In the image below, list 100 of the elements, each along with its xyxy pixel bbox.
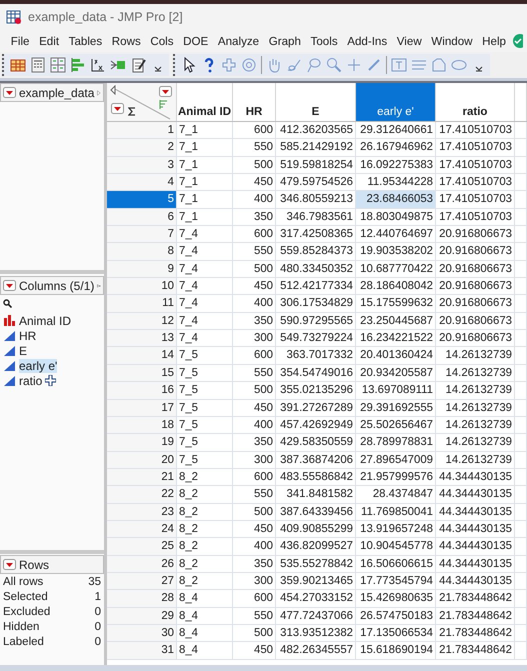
row-count: 0 (94, 636, 101, 650)
collapse-arrow-icon[interactable] (110, 85, 116, 95)
table-cell: 350 (233, 434, 276, 451)
table-cell: 44.344430135 (436, 538, 515, 555)
table-cell: 391.27267289 (276, 400, 356, 416)
row-number[interactable]: 14 (107, 347, 177, 364)
sort-lines-icon (159, 100, 168, 109)
row-number[interactable]: 1 (107, 122, 177, 138)
row-number[interactable]: 4 (107, 174, 177, 190)
row-number[interactable]: 31 (107, 642, 177, 659)
bar-chart-icon[interactable] (70, 57, 86, 73)
menu-item[interactable]: Window (426, 34, 478, 48)
menu-item[interactable]: Tables (64, 34, 107, 48)
table-cell: 341.8481582 (276, 486, 356, 503)
table-cell: 7_1 (177, 122, 233, 138)
table-cell: 549.73279224 (276, 330, 356, 346)
clipboard-icon[interactable] (130, 57, 146, 73)
dropdown-icon[interactable] (3, 559, 16, 570)
move-cursor-icon (45, 375, 56, 386)
row-number[interactable]: 8 (107, 243, 177, 260)
menu-item[interactable]: View (392, 34, 426, 48)
formula-icon[interactable] (90, 57, 106, 73)
table-cell: 354.54749016 (276, 364, 356, 382)
row-number[interactable]: 3 (107, 156, 177, 174)
table-cell: 20.934205587 (356, 364, 436, 382)
row-number[interactable]: 15 (107, 364, 177, 382)
dropdown-icon[interactable] (3, 87, 16, 98)
column-header[interactable]: Animal ID (177, 83, 233, 121)
menu-item[interactable]: Rows (106, 34, 146, 48)
table-cell: 600 (233, 347, 276, 364)
menu-item[interactable]: File (6, 34, 34, 48)
dropdown-icon[interactable] (3, 280, 16, 291)
row-number[interactable]: 16 (107, 382, 177, 398)
row-number[interactable]: 20 (107, 452, 177, 468)
dropdown-icon[interactable] (159, 86, 172, 97)
table-icon[interactable] (10, 57, 26, 73)
row-number[interactable]: 27 (107, 572, 177, 590)
table-cell: 26.167946962 (356, 139, 436, 156)
table-cell: 29.391692555 (356, 400, 436, 416)
row-state-label: Excluded (3, 606, 50, 620)
column-list-item[interactable]: early e' (19, 358, 58, 372)
row-number[interactable]: 19 (107, 434, 177, 451)
menu-item[interactable]: Analyze (213, 34, 264, 48)
row-number[interactable]: 18 (107, 416, 177, 434)
menu-item[interactable]: Tools (306, 34, 342, 48)
row-number[interactable]: 5 (107, 191, 177, 208)
table-cell: 14.26132739 (436, 452, 515, 468)
table-cell: 27.896547009 (356, 452, 436, 468)
table-cell: 44.344430135 (436, 520, 515, 538)
menu-item[interactable]: DOE (178, 34, 214, 48)
row-number[interactable]: 10 (107, 278, 177, 294)
column-list-item[interactable]: ratio (19, 374, 42, 388)
table-cell: 400 (233, 416, 276, 434)
row-number[interactable]: 12 (107, 312, 177, 330)
row-number[interactable]: 11 (107, 295, 177, 312)
row-number[interactable]: 9 (107, 260, 177, 278)
table-cell: 12.440764697 (356, 226, 436, 242)
row-number[interactable]: 30 (107, 624, 177, 642)
grid-icon[interactable] (50, 57, 66, 73)
table-cell: 8_2 (177, 556, 233, 572)
table-cell: 44.344430135 (436, 556, 515, 572)
row-number[interactable]: 23 (107, 504, 177, 520)
row-number[interactable]: 7 (107, 226, 177, 242)
menu-item[interactable]: Add-Ins (342, 34, 392, 48)
row-number[interactable]: 26 (107, 556, 177, 572)
column-list-item[interactable]: Animal ID (19, 314, 72, 328)
row-number[interactable]: 28 (107, 590, 177, 607)
row-state-label: Hidden (3, 621, 40, 635)
table-cell: 28.789978831 (356, 434, 436, 451)
row-number[interactable]: 2 (107, 139, 177, 156)
table-cell: 7_5 (177, 382, 233, 398)
table-cell: 11.95344228 (356, 174, 436, 190)
row-number[interactable]: 13 (107, 330, 177, 346)
menu-item[interactable]: Graph (264, 34, 306, 48)
row-number[interactable]: 24 (107, 520, 177, 538)
column-header[interactable]: early e' (356, 83, 436, 121)
menu-item[interactable]: Edit (34, 34, 64, 48)
table-cell: 7_1 (177, 156, 233, 174)
calculator-icon[interactable] (30, 57, 46, 73)
table-cell: 483.55586842 (276, 468, 356, 486)
menu-item[interactable]: Cols (146, 34, 178, 48)
dropdown-icon[interactable] (111, 103, 124, 114)
table-cell: 21.783448642 (436, 590, 515, 607)
column-list-item[interactable]: E (19, 344, 28, 358)
column-list-item[interactable]: HR (19, 328, 36, 342)
row-number[interactable]: 21 (107, 468, 177, 486)
table-cell: 8_4 (177, 590, 233, 607)
table-cell: 20.916806673 (436, 260, 515, 278)
menu-item[interactable]: Help (477, 34, 511, 48)
row-count: 1 (94, 591, 101, 605)
table-cell: 550 (233, 608, 276, 624)
table-cell: 20.916806673 (436, 278, 515, 294)
row-number[interactable]: 17 (107, 400, 177, 416)
table-cell: 25.502656467 (356, 416, 436, 434)
row-number[interactable]: 29 (107, 608, 177, 624)
row-number[interactable]: 6 (107, 208, 177, 226)
search-icon[interactable] (3, 298, 12, 308)
row-number[interactable]: 22 (107, 486, 177, 503)
table-cell: 20.916806673 (436, 312, 515, 330)
row-number[interactable]: 25 (107, 538, 177, 555)
